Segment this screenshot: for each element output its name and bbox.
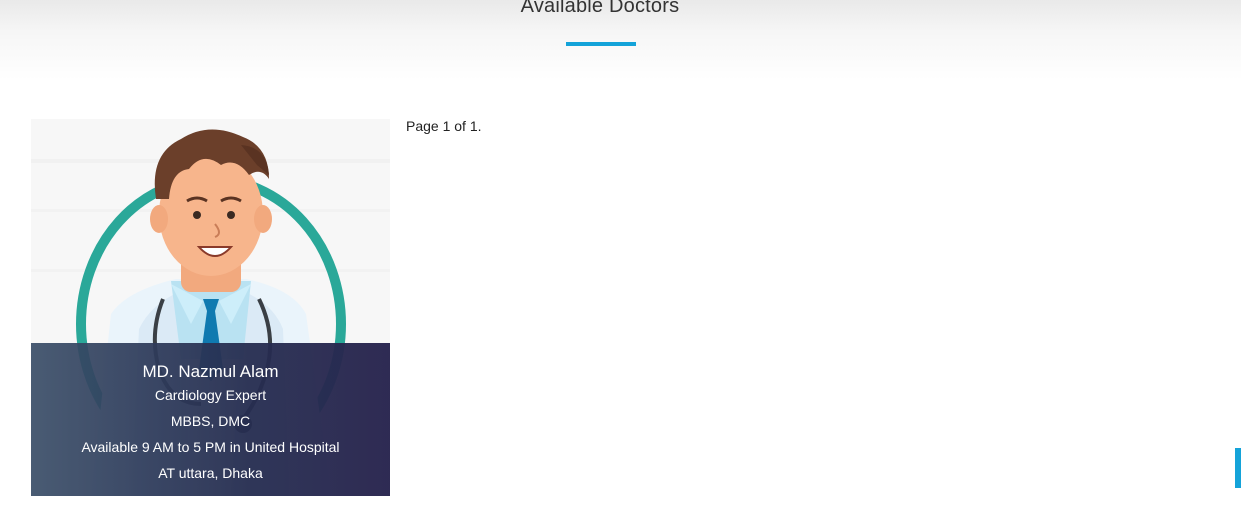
scroll-to-top-tab[interactable] [1235, 448, 1241, 488]
doctor-specialty: Cardiology Expert [154, 387, 267, 403]
doctor-name[interactable]: MD. Nazmul Alam [31, 362, 390, 382]
section-title: Available Doctors [520, 0, 680, 17]
title-underline [566, 42, 636, 46]
doctor-availability: Available 9 AM to 5 PM in United Hospita… [81, 439, 340, 455]
pagination-status: Page 1 of 1. [406, 118, 482, 134]
doctor-info-overlay: MD. Nazmul Alam Cardiology Expert MBBS, … [31, 343, 390, 496]
doctor-card[interactable]: MD. Nazmul Alam Cardiology Expert MBBS, … [31, 119, 390, 496]
doctor-location: AT uttara, Dhaka [158, 465, 263, 481]
doctor-degrees: MBBS, DMC [170, 413, 251, 429]
